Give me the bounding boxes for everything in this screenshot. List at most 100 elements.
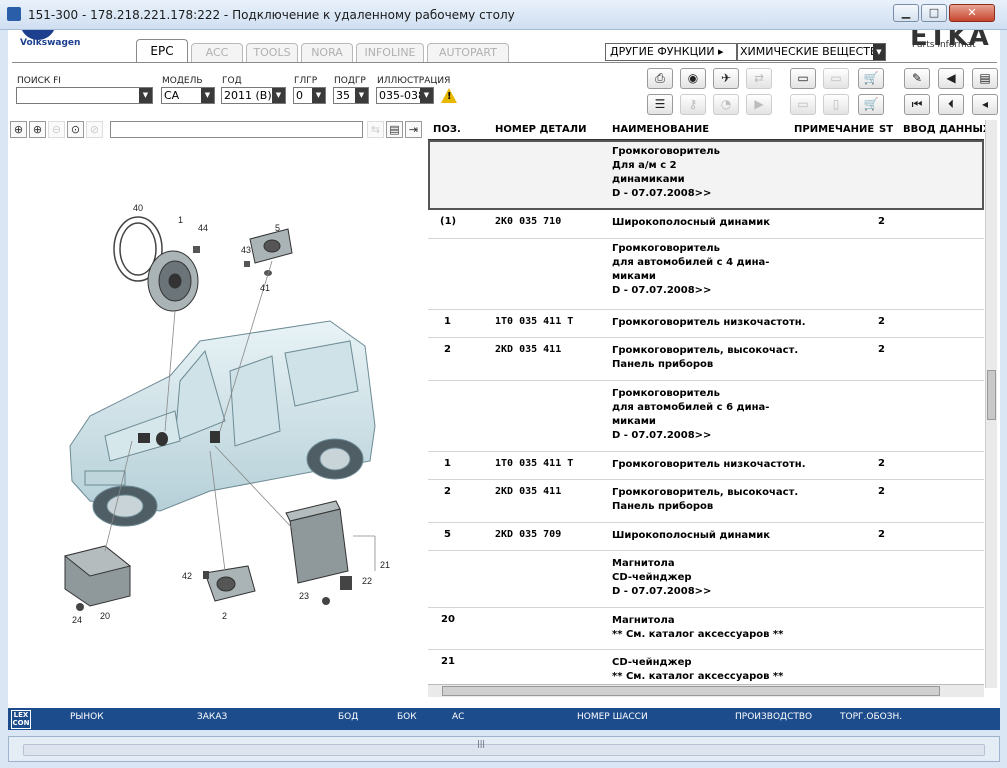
illustration-select[interactable]: 035-038 ▼: [376, 87, 434, 104]
radio-unit-20: [63, 545, 132, 607]
tab-acc[interactable]: ACC: [191, 43, 243, 62]
prev-icon[interactable]: ◂: [972, 94, 998, 115]
main-group-select[interactable]: 0 ▼: [293, 87, 326, 104]
table-row[interactable]: Громкоговоритель для автомобилей с 6 дин…: [428, 381, 984, 452]
back-page-icon[interactable]: ◀: [938, 68, 964, 89]
table-row[interactable]: 5 2KD 035 709 Широкополосный динамик 2: [428, 523, 984, 551]
illustration-toolbar: ⊕ ⊕ ⊖ ⊙ ⊘ ⇆ ▤ ⇥: [10, 121, 424, 139]
disc-icon[interactable]: ◉: [680, 68, 706, 89]
status-ac: АС: [452, 712, 465, 722]
depot-icon[interactable]: ▭: [823, 68, 849, 89]
col-part-number[interactable]: НОМЕР ДЕТАЛИ: [495, 124, 586, 135]
zoom-out-icon[interactable]: ⊖: [48, 121, 65, 138]
callout-40: 40: [133, 203, 143, 213]
table-row[interactable]: 20 Магнитола ** См. каталог аксессуаров …: [428, 608, 984, 650]
swap-icon[interactable]: ⇆: [367, 121, 384, 138]
arrow-out-icon[interactable]: ▶: [746, 94, 772, 115]
remote-desktop-icon: [7, 7, 21, 21]
pin-icon[interactable]: ✎: [904, 68, 930, 89]
zoom-reset-icon[interactable]: ⊘: [86, 121, 103, 138]
screw-44: [193, 246, 200, 253]
col-entry[interactable]: ВВОД ДАННЫХ: [903, 124, 991, 135]
table-row[interactable]: 2 2KD 035 411 Громкоговоритель, высокоча…: [428, 480, 984, 523]
callout-1: 1: [178, 215, 183, 225]
rdp-scroll-track[interactable]: [23, 744, 985, 756]
scroll-thumb[interactable]: [442, 686, 940, 696]
tab-infoline[interactable]: INFOLINE: [356, 43, 424, 62]
tab-autopart[interactable]: AUTOPART: [427, 43, 509, 62]
key-icon[interactable]: ⚷: [680, 94, 706, 115]
elsa-icon[interactable]: ▭: [790, 68, 816, 89]
minimize-button[interactable]: ▁: [893, 4, 919, 22]
zoom-fit-icon[interactable]: ⊙: [67, 121, 84, 138]
expand-icon[interactable]: ⇥: [405, 121, 422, 138]
table-row[interactable]: (1) 2K0 035 710 Широкополосный динамик 2: [428, 210, 984, 239]
chevron-down-icon[interactable]: ▼: [201, 88, 214, 103]
table-row[interactable]: 2 2KD 035 411 Громкоговоритель, высокоча…: [428, 338, 984, 381]
car-icon[interactable]: ◔: [713, 94, 739, 115]
table-row[interactable]: 21 CD-чейнджер ** См. каталог аксессуаро…: [428, 650, 984, 685]
notes-icon[interactable]: ▤: [972, 68, 998, 89]
dash-tweeter-left: [138, 433, 150, 443]
status-chassis: НОМЕР ШАССИ: [577, 712, 648, 722]
status-order: ЗАКАЗ: [197, 712, 228, 722]
chevron-down-icon[interactable]: ▼: [272, 88, 285, 103]
first-page-icon[interactable]: ⏮: [904, 94, 930, 115]
copy-icon[interactable]: ▭: [790, 94, 816, 115]
search-fi-input[interactable]: ▼: [16, 87, 153, 104]
year-label: ГОД: [222, 76, 242, 86]
layout-icon[interactable]: ▤: [386, 121, 403, 138]
year-value: 2011 (B): [224, 89, 272, 102]
zoom-in-icon[interactable]: ⊕: [10, 121, 27, 138]
tab-tools[interactable]: TOOLS: [246, 43, 298, 62]
prev-page-icon[interactable]: ⏴: [938, 94, 964, 115]
tab-nora[interactable]: NORA: [301, 43, 353, 62]
close-button[interactable]: ✕: [949, 4, 995, 22]
chevron-down-icon[interactable]: ▼: [873, 44, 885, 60]
callout-42: 42: [182, 571, 192, 581]
col-note[interactable]: ПРИМЕЧАНИЕ: [794, 124, 874, 135]
table-row[interactable]: 1 1T0 035 411 T Громкоговоритель низкоча…: [428, 310, 984, 338]
callout-5: 5: [275, 223, 280, 233]
chevron-down-icon[interactable]: ▼: [355, 88, 368, 103]
col-name[interactable]: НАИМЕНОВАНИЕ: [612, 124, 709, 135]
illustration-pane: 40 1 44 43 5 41 42 2 23 22 21 24 20: [10, 141, 424, 689]
table-row[interactable]: Громкоговоритель Для а/м с 2 динамиками …: [428, 140, 984, 210]
model-select[interactable]: CA ▼: [161, 87, 215, 104]
maximize-button[interactable]: □: [921, 4, 947, 22]
main-group-value: 0: [296, 89, 303, 102]
rdp-horizontal-scrollbar[interactable]: |||: [8, 736, 1000, 762]
sub-group-select[interactable]: 35 ▼: [333, 87, 369, 104]
illustration-search-field[interactable]: [110, 121, 363, 138]
cart-icon[interactable]: 🛒: [858, 68, 884, 89]
status-bar: LEX CON РЫНОК ЗАКАЗ БОД БОК АС НОМЕР ШАС…: [8, 708, 1000, 730]
transfer-icon[interactable]: ⇄: [746, 68, 772, 89]
chemicals-dropdown[interactable]: ХИМИЧЕСКИЕ ВЕЩЕСТВА ▼: [737, 43, 886, 61]
tab-epc[interactable]: EPC: [136, 39, 188, 63]
scroll-thumb[interactable]: [987, 370, 996, 420]
status-bod: БОД: [338, 712, 359, 722]
zoom-in-icon[interactable]: ⊕: [29, 121, 46, 138]
cart-add-icon[interactable]: 🛒: [858, 94, 884, 115]
chevron-down-icon[interactable]: ▼: [139, 88, 152, 103]
horizontal-scrollbar[interactable]: [428, 684, 984, 697]
col-pos[interactable]: ПОЗ.: [433, 124, 461, 135]
phone-icon[interactable]: ▯: [823, 94, 849, 115]
col-st[interactable]: ST: [879, 124, 893, 135]
chevron-down-icon[interactable]: ▼: [312, 88, 325, 103]
table-row[interactable]: Магнитола CD-чейнджер D - 07.07.2008>>: [428, 551, 984, 608]
table-row[interactable]: 1 1T0 035 411 T Громкоговоритель низкоча…: [428, 452, 984, 480]
year-select[interactable]: 2011 (B) ▼: [221, 87, 286, 104]
vertical-scrollbar[interactable]: [985, 120, 997, 688]
window-frame: [0, 30, 8, 768]
cd-changer-21: [285, 500, 349, 584]
table-row[interactable]: Громкоговоритель для автомобилей с 4 дин…: [428, 239, 984, 310]
list-icon[interactable]: ☰: [647, 94, 673, 115]
other-functions-menu[interactable]: ДРУГИЕ ФУНКЦИИ ▸: [605, 43, 737, 61]
vehicle-icon[interactable]: ✈: [713, 68, 739, 89]
chevron-down-icon[interactable]: ▼: [420, 88, 433, 103]
print-icon[interactable]: ⎙: [647, 68, 673, 89]
woofer-speaker-1: [147, 250, 199, 312]
callout-24: 24: [72, 615, 82, 625]
warning-mark: !: [447, 91, 452, 102]
